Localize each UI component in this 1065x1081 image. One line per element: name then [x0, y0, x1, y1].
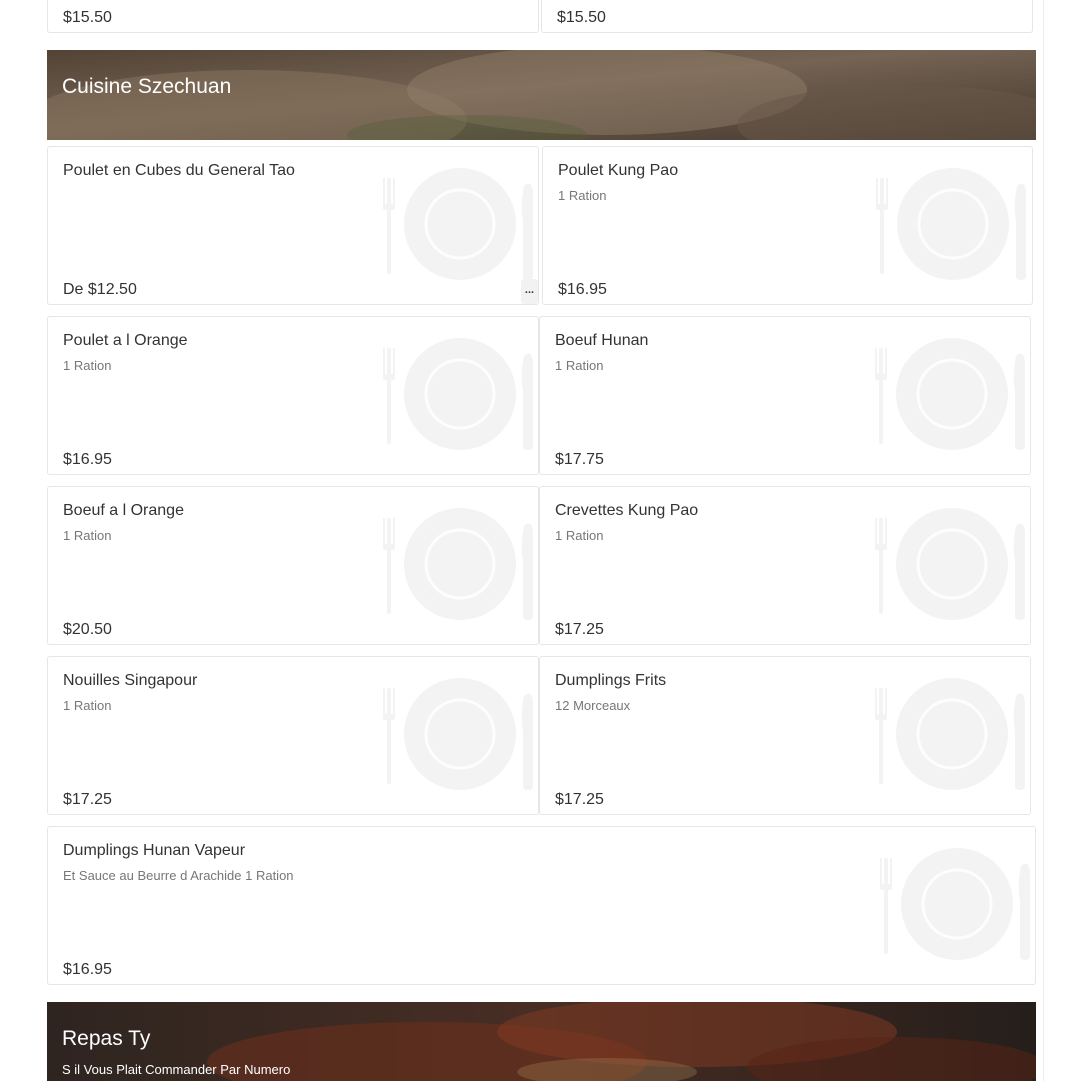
item-description: 1 Ration: [555, 358, 604, 373]
plate-fork-knife-icon: [383, 506, 538, 622]
plate-fork-knife-icon: [383, 336, 538, 452]
plate-fork-knife-icon: [875, 506, 1030, 622]
menu-item-card[interactable]: Poulet Kung Pao 1 Ration $16.95: [542, 146, 1033, 305]
item-name: Dumplings Frits: [555, 672, 667, 689]
item-description: 1 Ration: [555, 528, 604, 543]
item-price: $17.75: [555, 451, 604, 468]
plate-fork-knife-icon: [880, 846, 1035, 962]
item-name: Crevettes Kung Pao: [555, 502, 699, 519]
menu-item-card[interactable]: $15.50: [541, 0, 1033, 33]
item-price: $17.25: [63, 791, 112, 808]
menu-item-card[interactable]: $15.50: [47, 0, 539, 33]
item-description: 1 Ration: [63, 698, 112, 713]
plate-fork-knife-icon: [383, 676, 538, 792]
item-description: Et Sauce au Beurre d Arachide 1 Ration: [63, 868, 294, 883]
menu-item-card[interactable]: Poulet a l Orange 1 Ration $16.95: [47, 316, 539, 475]
section-header-szechuan: Cuisine Szechuan: [47, 50, 1036, 140]
item-price: $16.95: [558, 281, 607, 298]
section-subtitle: S il Vous Plait Commander Par Numero: [62, 1062, 291, 1077]
item-price: $17.25: [555, 621, 604, 638]
item-description: 12 Morceaux: [555, 698, 631, 713]
item-price: $15.50: [557, 9, 606, 26]
menu-item-card[interactable]: Dumplings Hunan Vapeur Et Sauce au Beurr…: [47, 826, 1036, 985]
item-price: $20.50: [63, 621, 112, 638]
item-description: 1 Ration: [558, 188, 607, 203]
item-name: Poulet a l Orange: [63, 332, 188, 349]
menu-item-card[interactable]: Poulet en Cubes du General Tao De $12.50…: [47, 146, 539, 305]
item-name: Nouilles Singapour: [63, 672, 198, 689]
plate-fork-knife-icon: [383, 166, 538, 282]
menu-item-card[interactable]: Dumplings Frits 12 Morceaux $17.25: [539, 656, 1031, 815]
more-options-button[interactable]: ...: [521, 279, 538, 304]
menu-item-card[interactable]: Boeuf Hunan 1 Ration $17.75: [539, 316, 1031, 475]
plate-fork-knife-icon: [875, 676, 1030, 792]
item-name: Poulet Kung Pao: [558, 162, 679, 179]
scrollbar-track[interactable]: [1043, 0, 1065, 1081]
section-title: Cuisine Szechuan: [62, 75, 232, 98]
section-title: Repas Ty: [62, 1027, 151, 1050]
menu-item-card[interactable]: Nouilles Singapour 1 Ration $17.25: [47, 656, 539, 815]
item-name: Boeuf Hunan: [555, 332, 649, 349]
menu-item-card[interactable]: Crevettes Kung Pao 1 Ration $17.25: [539, 486, 1031, 645]
plate-fork-knife-icon: [876, 166, 1031, 282]
item-name: Poulet en Cubes du General Tao: [63, 162, 295, 179]
item-name: Dumplings Hunan Vapeur: [63, 842, 246, 859]
item-price: $15.50: [63, 9, 112, 26]
item-description: 1 Ration: [63, 358, 112, 373]
item-price: $16.95: [63, 961, 112, 978]
item-name: Boeuf a l Orange: [63, 502, 184, 519]
item-description: 1 Ration: [63, 528, 112, 543]
item-price: $17.25: [555, 791, 604, 808]
plate-fork-knife-icon: [875, 336, 1030, 452]
section-header-repas-ty: Repas Ty S il Vous Plait Commander Par N…: [47, 1002, 1036, 1081]
item-price: $16.95: [63, 451, 112, 468]
menu-item-card[interactable]: Boeuf a l Orange 1 Ration $20.50: [47, 486, 539, 645]
item-price: De $12.50: [63, 281, 137, 298]
